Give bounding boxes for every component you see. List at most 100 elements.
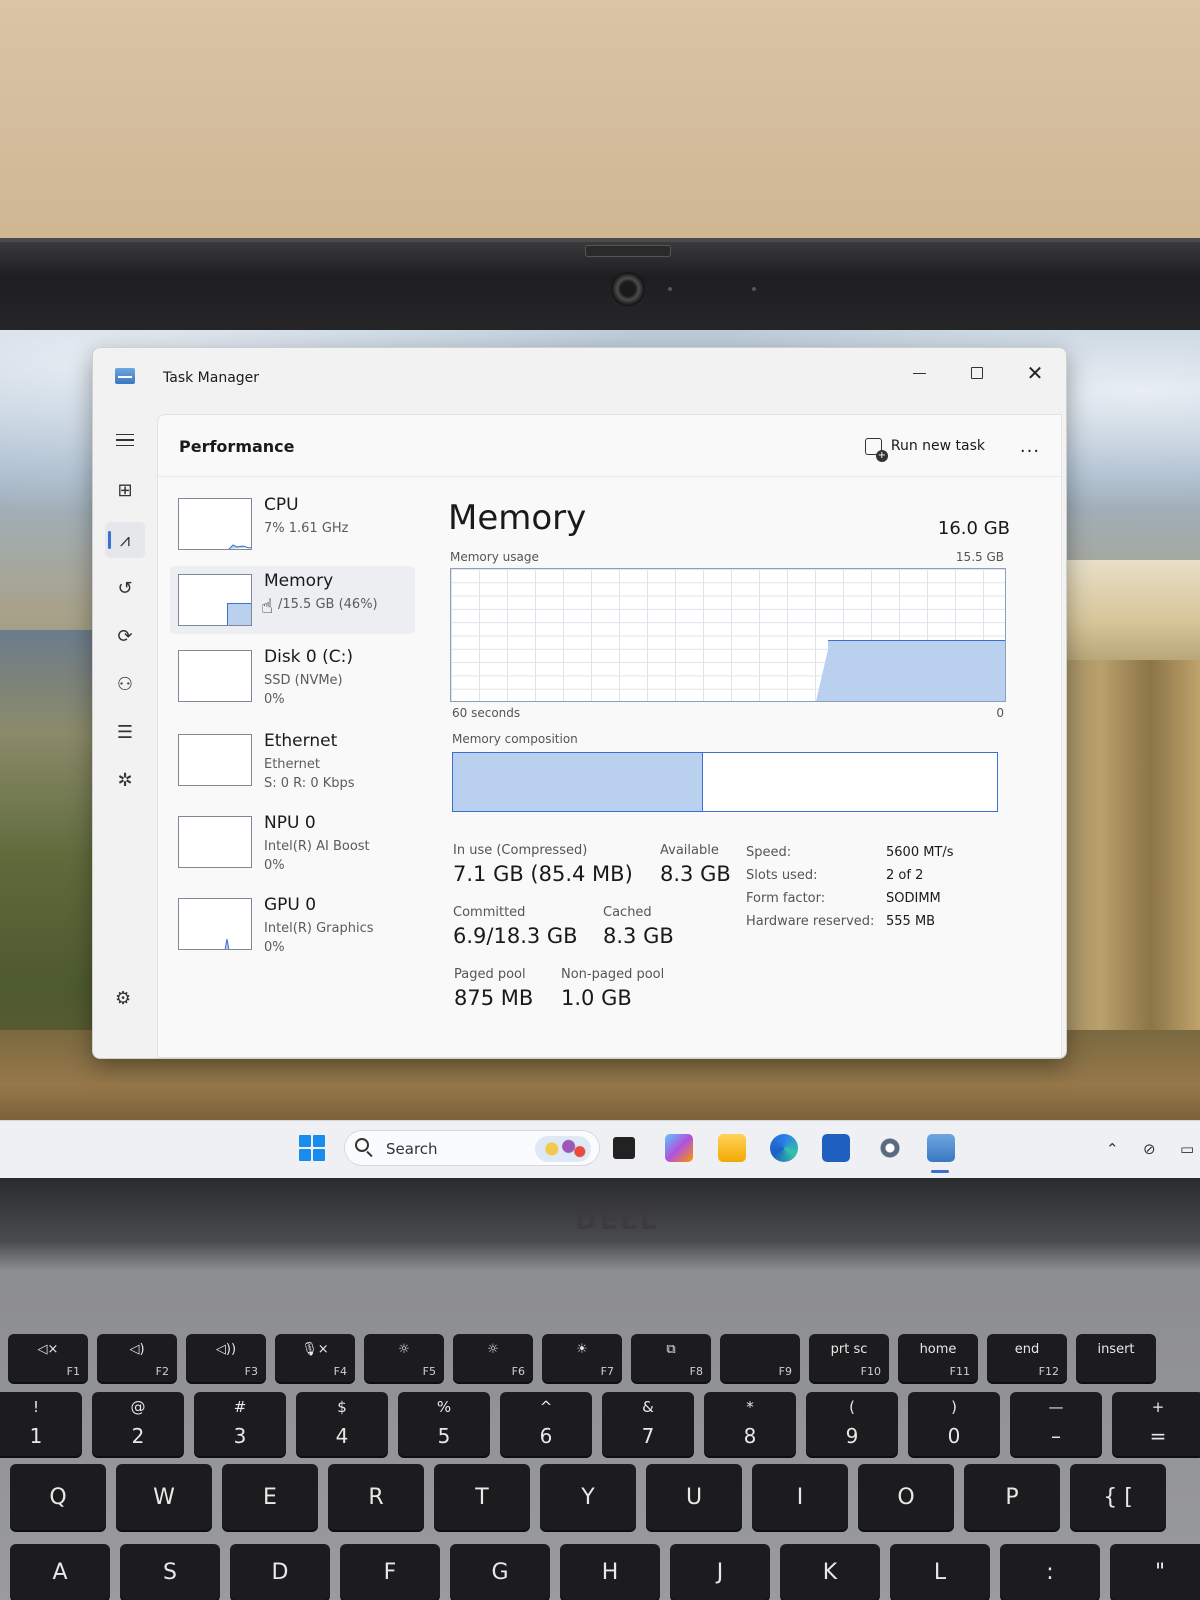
- resource-disk[interactable]: Disk 0 (C:) SSD (NVMe) 0%: [170, 642, 415, 710]
- letter-key[interactable]: L: [890, 1544, 990, 1600]
- number-key[interactable]: $4: [296, 1392, 388, 1456]
- resource-cpu[interactable]: CPU 7% 1.61 GHz: [170, 490, 415, 558]
- function-key[interactable]: ☼ F6: [453, 1334, 533, 1382]
- file-explorer-icon[interactable]: [718, 1134, 746, 1162]
- more-options-button[interactable]: ...: [1013, 431, 1047, 461]
- start-button[interactable]: [299, 1135, 325, 1161]
- resource-detail: Intel(R) Graphics: [264, 921, 374, 936]
- letter-key[interactable]: :: [1000, 1544, 1100, 1600]
- resource-memory[interactable]: Memory /15.5 GB (46%) ☝: [170, 566, 415, 634]
- panel-header: Performance Run new task ...: [158, 415, 1061, 477]
- function-key[interactable]: ◁) F2: [97, 1334, 177, 1382]
- letter-key[interactable]: G: [450, 1544, 550, 1600]
- letter-key[interactable]: I: [752, 1464, 848, 1530]
- key-legend: 8: [743, 1424, 757, 1448]
- history-icon: ↺: [117, 577, 133, 599]
- close-button[interactable]: ✕: [1012, 356, 1058, 390]
- key-legend: K: [822, 1559, 838, 1585]
- wall-background: [0, 0, 1200, 245]
- letter-key[interactable]: H: [560, 1544, 660, 1600]
- letter-key[interactable]: Y: [540, 1464, 636, 1530]
- letter-key[interactable]: E: [222, 1464, 318, 1530]
- letter-key[interactable]: K: [780, 1544, 880, 1600]
- function-key[interactable]: F9: [720, 1334, 800, 1382]
- letter-key[interactable]: { [: [1070, 1464, 1166, 1530]
- key-legend: ☼: [398, 1342, 410, 1357]
- number-key[interactable]: ^ 6: [500, 1392, 592, 1456]
- in-use-value: 7.1 GB (85.4 MB): [453, 862, 633, 886]
- nav-users[interactable]: ⚇: [105, 666, 145, 702]
- resource-npu[interactable]: NPU 0 Intel(R) AI Boost 0%: [170, 808, 415, 876]
- letter-key[interactable]: ": [1110, 1544, 1200, 1600]
- number-key[interactable]: ! 1: [0, 1392, 82, 1456]
- resource-ethernet[interactable]: Ethernet Ethernet S: 0 R: 0 Kbps: [170, 726, 415, 794]
- letter-key[interactable]: R: [328, 1464, 424, 1530]
- function-key[interactable]: ◁× F1: [8, 1334, 88, 1382]
- wallpaper-town: [1055, 560, 1200, 660]
- taskbar-search-box[interactable]: Search: [344, 1130, 600, 1166]
- number-key[interactable]: ) 0: [908, 1392, 1000, 1456]
- settings-gear-icon[interactable]: ⚙: [115, 988, 131, 1009]
- minimize-button[interactable]: [896, 356, 942, 390]
- nav-startup-apps[interactable]: ⟳: [105, 618, 145, 654]
- maximize-button[interactable]: [954, 356, 1000, 390]
- function-key[interactable]: ☀ F7: [542, 1334, 622, 1382]
- function-key[interactable]: prt sc F10: [809, 1334, 889, 1382]
- available-value: 8.3 GB: [660, 862, 731, 886]
- number-key[interactable]: + =: [1112, 1392, 1200, 1456]
- network-off-icon[interactable]: ⊘: [1143, 1140, 1156, 1158]
- letter-key[interactable]: F: [340, 1544, 440, 1600]
- key-shift-legend: ^: [539, 1398, 553, 1416]
- number-key[interactable]: — –: [1010, 1392, 1102, 1456]
- letter-key[interactable]: J: [670, 1544, 770, 1600]
- function-key[interactable]: home F11: [898, 1334, 978, 1382]
- letter-key[interactable]: S: [120, 1544, 220, 1600]
- memory-total: 16.0 GB: [937, 518, 1010, 539]
- form-factor-value: SODIMM: [886, 891, 941, 906]
- nav-processes[interactable]: ⊞: [105, 472, 145, 508]
- number-key[interactable]: #3: [194, 1392, 286, 1456]
- run-new-task-button[interactable]: Run new task: [864, 431, 985, 462]
- letter-key[interactable]: U: [646, 1464, 742, 1530]
- letter-key[interactable]: P: [964, 1464, 1060, 1530]
- title-bar[interactable]: Task Manager ✕: [93, 348, 1066, 410]
- memory-composition-label: Memory composition: [452, 732, 578, 746]
- function-key[interactable]: insert: [1076, 1334, 1156, 1382]
- hamburger-menu-button[interactable]: [105, 422, 145, 458]
- display-icon[interactable]: ▭: [1180, 1140, 1194, 1158]
- number-key[interactable]: @2: [92, 1392, 184, 1456]
- function-key[interactable]: ⧉ F8: [631, 1334, 711, 1382]
- task-view-icon[interactable]: [613, 1137, 635, 1159]
- task-manager-taskbar-icon[interactable]: [927, 1134, 955, 1162]
- microsoft-store-icon[interactable]: [822, 1134, 850, 1162]
- microsoft-365-icon[interactable]: [665, 1134, 693, 1162]
- edge-browser-icon[interactable]: [770, 1134, 798, 1162]
- function-key[interactable]: ☼ F5: [364, 1334, 444, 1382]
- letter-key[interactable]: Q: [10, 1464, 106, 1530]
- letter-key[interactable]: O: [858, 1464, 954, 1530]
- nav-performance[interactable]: ⩘: [105, 522, 145, 558]
- nav-details[interactable]: ☰: [105, 714, 145, 750]
- nav-services[interactable]: ✲: [105, 762, 145, 798]
- gpu-sparkline: [224, 938, 230, 949]
- number-key[interactable]: & 7: [602, 1392, 694, 1456]
- resource-gpu[interactable]: GPU 0 Intel(R) Graphics 0%: [170, 890, 415, 958]
- number-key[interactable]: % 5: [398, 1392, 490, 1456]
- function-key[interactable]: 🎙× F4: [275, 1334, 355, 1382]
- letter-key[interactable]: W: [116, 1464, 212, 1530]
- key-legend: 🎙×: [301, 1342, 329, 1357]
- letter-key[interactable]: A: [10, 1544, 110, 1600]
- key-shift-legend: $: [337, 1398, 347, 1416]
- letter-key[interactable]: D: [230, 1544, 330, 1600]
- key-fn-legend: F12: [1038, 1365, 1059, 1378]
- function-key[interactable]: ◁)) F3: [186, 1334, 266, 1382]
- settings-app-icon[interactable]: [876, 1134, 904, 1162]
- number-key[interactable]: (9: [806, 1392, 898, 1456]
- letter-key[interactable]: T: [434, 1464, 530, 1530]
- key-legend: S: [163, 1559, 177, 1585]
- nav-app-history[interactable]: ↺: [105, 570, 145, 606]
- function-key[interactable]: end F12: [987, 1334, 1067, 1382]
- number-key[interactable]: * 8: [704, 1392, 796, 1456]
- chevron-up-icon[interactable]: ⌃: [1106, 1140, 1119, 1158]
- memory-usage-label: Memory usage: [450, 550, 539, 564]
